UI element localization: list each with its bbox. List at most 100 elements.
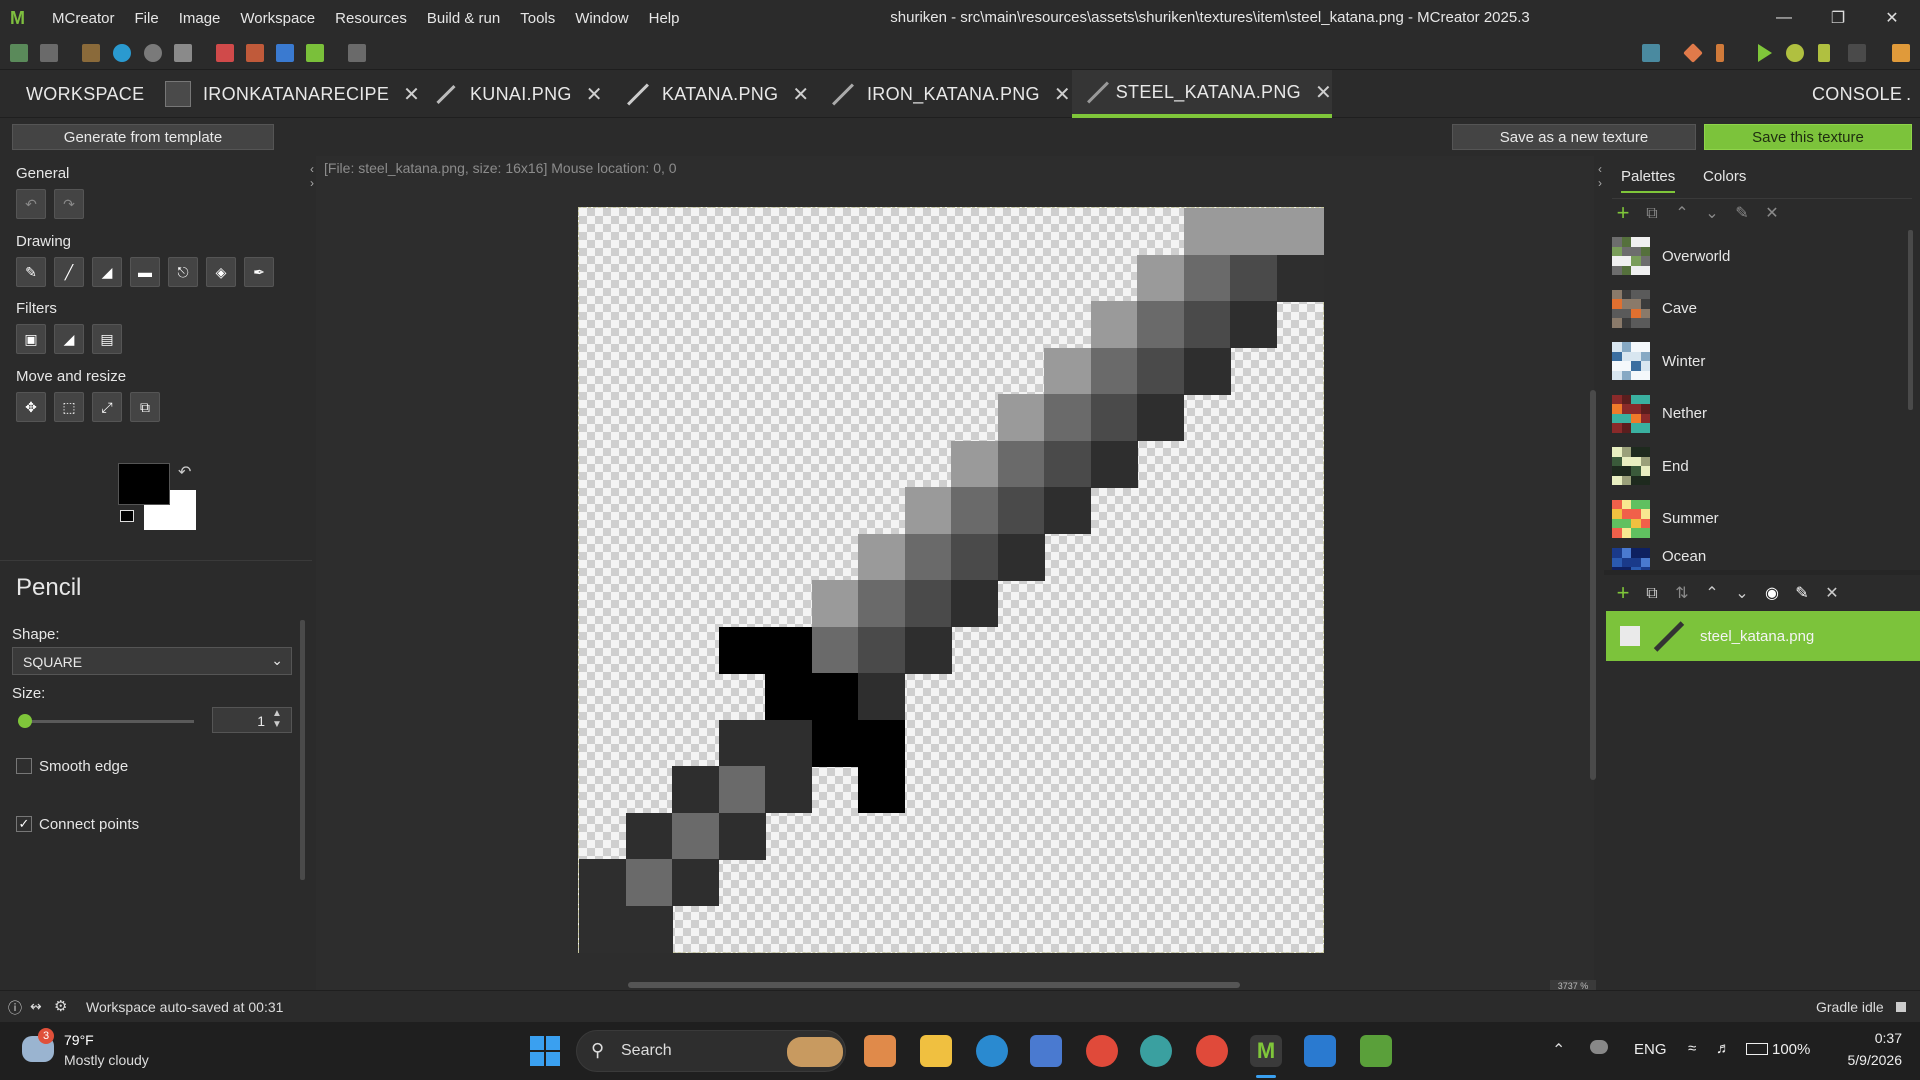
- close-tab-icon[interactable]: ✕: [1054, 82, 1071, 107]
- stop-icon[interactable]: [1848, 44, 1866, 62]
- taskbar-search[interactable]: ⚲ Search: [576, 1030, 846, 1072]
- layer-down-icon[interactable]: ⌄: [1733, 585, 1751, 603]
- clock-time[interactable]: 0:37: [1830, 1030, 1902, 1046]
- redo-icon[interactable]: ↷: [54, 189, 84, 219]
- menu-build-run[interactable]: Build & run: [417, 10, 510, 27]
- tab-kunai[interactable]: KUNAI.PNG ✕: [432, 70, 603, 118]
- model-maker-icon[interactable]: [306, 44, 324, 62]
- tab-katana[interactable]: KATANA.PNG ✕: [624, 70, 809, 118]
- generate-from-template-button[interactable]: Generate from template: [12, 124, 274, 150]
- debug-icon[interactable]: [1786, 44, 1804, 62]
- chrome-profile-icon[interactable]: [1196, 1035, 1228, 1067]
- menu-window[interactable]: Window: [565, 10, 638, 27]
- shape-icon[interactable]: ◢: [92, 257, 122, 287]
- minecraft-icon[interactable]: [1360, 1035, 1392, 1067]
- tray-chevron-icon[interactable]: ⌃: [1552, 1040, 1565, 1060]
- palette-item-end[interactable]: End: [1612, 443, 1892, 489]
- store-icon[interactable]: [1030, 1035, 1062, 1067]
- smooth-edge-checkbox[interactable]: [16, 758, 32, 774]
- edit-layer-icon[interactable]: ✎: [1793, 585, 1811, 603]
- tab-palettes[interactable]: Palettes: [1621, 168, 1676, 193]
- menu-file[interactable]: File: [125, 10, 169, 27]
- run-icon[interactable]: [1758, 44, 1772, 62]
- clone-icon[interactable]: ⧉: [130, 392, 160, 422]
- save-as-new-texture-button[interactable]: Save as a new texture: [1452, 124, 1696, 150]
- mcreator-taskbar-icon[interactable]: M: [1250, 1035, 1282, 1067]
- pencil-icon[interactable]: ✎: [16, 257, 46, 287]
- animation-maker-icon[interactable]: [276, 44, 294, 62]
- move-up-icon[interactable]: ⌃: [1673, 205, 1691, 223]
- tab-ironkatanarecipe[interactable]: IRONKATANARECIPE ✕: [165, 70, 420, 118]
- eraser-tool-icon[interactable]: ▬: [130, 257, 160, 287]
- close-window-icon[interactable]: ✕: [1864, 0, 1920, 36]
- add-layer-icon[interactable]: +: [1614, 582, 1632, 604]
- palette-item-summer[interactable]: Summer: [1612, 496, 1892, 542]
- stamp-icon[interactable]: ⎋: [168, 257, 198, 287]
- file-explorer-icon[interactable]: [920, 1035, 952, 1067]
- close-tab-icon[interactable]: ✕: [792, 82, 809, 107]
- undo-icon[interactable]: ↶: [16, 189, 46, 219]
- arduino-icon[interactable]: [1140, 1035, 1172, 1067]
- shape-select[interactable]: SQUARE ⌄: [12, 647, 292, 675]
- left-panel-scrollbar[interactable]: [300, 620, 305, 880]
- save-texture-button[interactable]: Save this texture: [1704, 124, 1912, 150]
- add-palette-icon[interactable]: +: [1614, 202, 1632, 224]
- settings-gear-icon[interactable]: ⚙: [54, 997, 67, 1015]
- move-down-icon[interactable]: ⌄: [1703, 205, 1721, 223]
- close-tab-icon[interactable]: ✕: [403, 82, 420, 107]
- windows-start-icon[interactable]: [530, 1036, 560, 1066]
- image-editor-icon[interactable]: [174, 44, 192, 62]
- collapse-left-icon[interactable]: ‹ ›: [310, 162, 314, 190]
- edge-icon[interactable]: [976, 1035, 1008, 1067]
- texture-maker-icon[interactable]: [216, 44, 234, 62]
- wifi-icon[interactable]: ≈: [1688, 1040, 1696, 1057]
- hammer-icon[interactable]: [1716, 44, 1724, 62]
- build-icon[interactable]: [1818, 44, 1830, 62]
- website-icon[interactable]: [113, 44, 131, 62]
- size-slider-thumb[interactable]: [18, 714, 32, 728]
- reset-colors-icon[interactable]: [120, 510, 134, 522]
- visibility-icon[interactable]: ◉: [1763, 585, 1781, 603]
- move-icon[interactable]: ✥: [16, 392, 46, 422]
- gradient-filter-icon[interactable]: ◢: [54, 324, 84, 354]
- panel-splitter[interactable]: [1604, 570, 1920, 575]
- tv-filter-icon[interactable]: ▤: [92, 324, 122, 354]
- export-jar-icon[interactable]: [1892, 44, 1910, 62]
- merge-layer-icon[interactable]: ⇅: [1673, 585, 1691, 603]
- layout-icon[interactable]: [348, 44, 366, 62]
- palette-item-nether[interactable]: Nether: [1612, 391, 1892, 437]
- chrome-icon[interactable]: [1086, 1035, 1118, 1067]
- menu-tools[interactable]: Tools: [510, 10, 565, 27]
- layer-row[interactable]: steel_katana.png: [1606, 611, 1920, 661]
- restore-icon[interactable]: ❐: [1810, 0, 1866, 36]
- export-icon[interactable]: [82, 44, 100, 62]
- menu-image[interactable]: Image: [169, 10, 231, 27]
- workspace-settings-icon[interactable]: [10, 44, 28, 62]
- battery-icon[interactable]: [1746, 1043, 1768, 1055]
- minimize-icon[interactable]: —: [1756, 0, 1812, 36]
- size-slider-track[interactable]: [24, 720, 194, 723]
- duplicate-palette-icon[interactable]: ⧉: [1643, 205, 1661, 223]
- paint-roller-icon[interactable]: ▣: [16, 324, 46, 354]
- primary-color-swatch[interactable]: [118, 463, 170, 505]
- copilot-icon[interactable]: [864, 1035, 896, 1067]
- tab-workspace[interactable]: WORKSPACE: [26, 70, 144, 118]
- language-indicator[interactable]: ENG: [1634, 1041, 1667, 1058]
- color-picker-icon[interactable]: ✒: [244, 257, 274, 287]
- connect-points-checkbox[interactable]: ✓: [16, 816, 32, 832]
- palette-item-winter[interactable]: Winter: [1612, 338, 1892, 384]
- clock-date[interactable]: 5/9/2026: [1818, 1052, 1903, 1068]
- spinner-arrows-icon[interactable]: ▲ ▼: [272, 708, 282, 730]
- menu-help[interactable]: Help: [639, 10, 690, 27]
- collapse-right-icon[interactable]: ‹ ›: [1598, 162, 1602, 190]
- menu-resources[interactable]: Resources: [325, 10, 417, 27]
- close-tab-icon[interactable]: ✕: [1315, 80, 1332, 105]
- palette-item-overworld[interactable]: Overworld: [1612, 233, 1892, 279]
- menu-workspace[interactable]: Workspace: [230, 10, 325, 27]
- delete-palette-icon[interactable]: ✕: [1763, 205, 1781, 223]
- palette-item-cave[interactable]: Cave: [1612, 286, 1892, 332]
- fill-bucket-icon[interactable]: ◈: [206, 257, 236, 287]
- workspace-map-icon[interactable]: [1642, 44, 1660, 62]
- palette-scrollbar[interactable]: [1908, 230, 1913, 410]
- app-name-menu[interactable]: MCreator: [42, 10, 125, 27]
